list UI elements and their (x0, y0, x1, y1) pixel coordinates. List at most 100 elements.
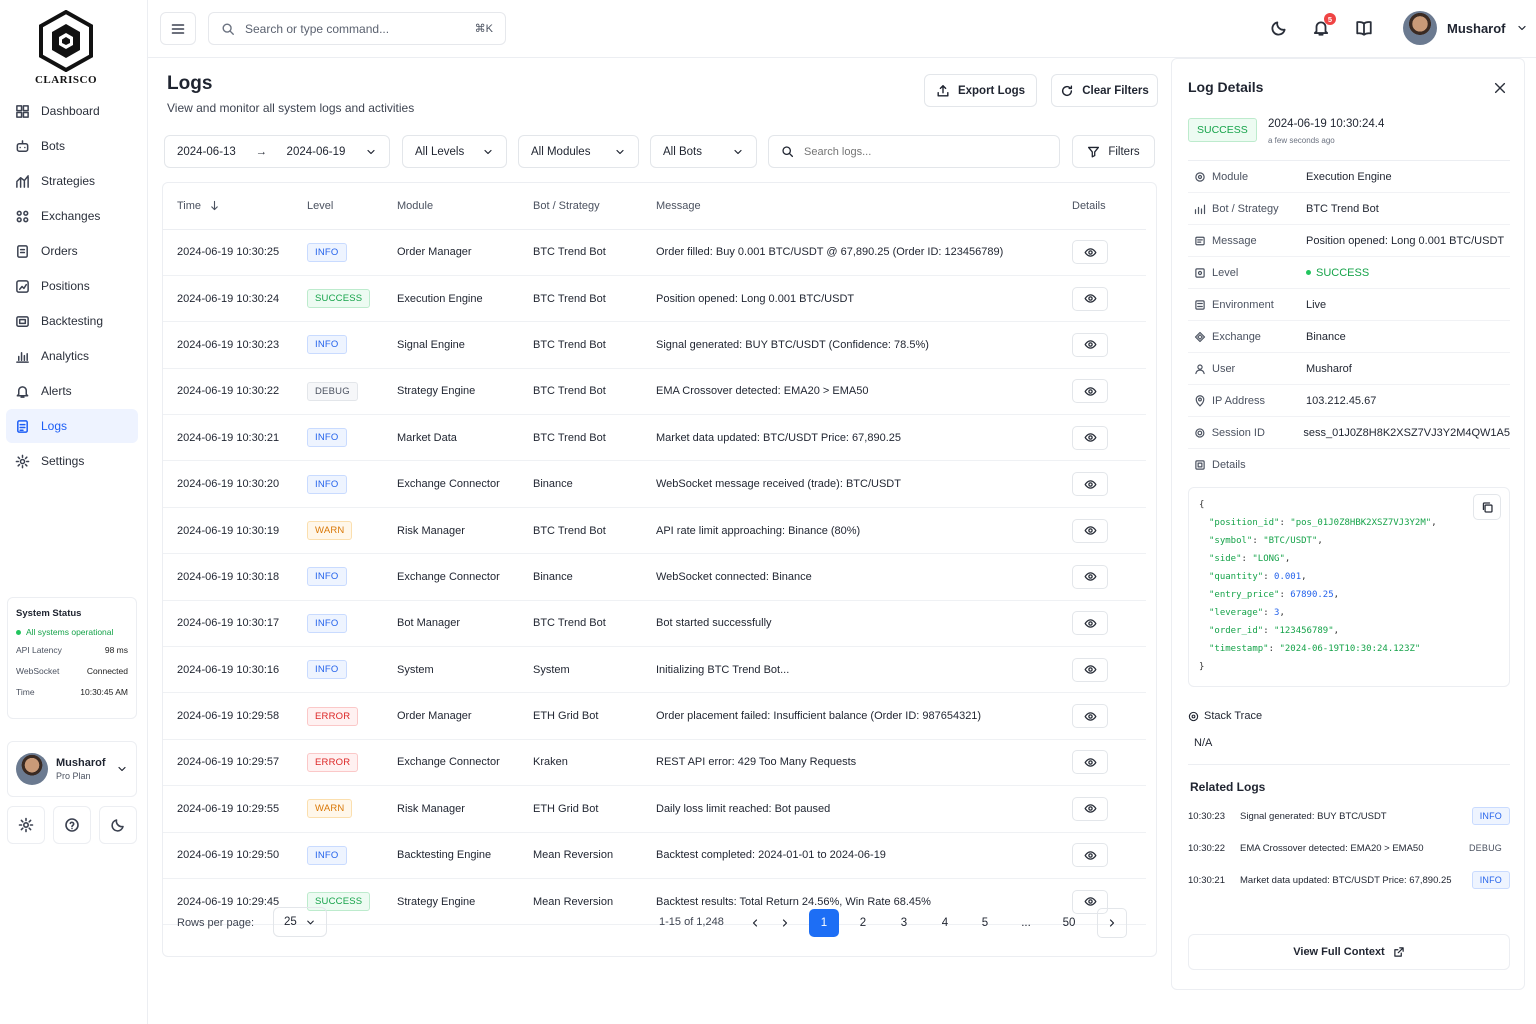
log-module: Backtesting Engine (397, 832, 533, 879)
table-row[interactable]: 2024-06-19 10:29:58 ERROR Order Manager ETH… (163, 692, 1146, 740)
column-header-time[interactable]: Time (163, 183, 307, 230)
view-details-button[interactable] (1072, 379, 1108, 404)
sidebar-item-dashboard[interactable]: Dashboard (6, 94, 138, 128)
dashboard-icon (16, 104, 29, 118)
brand-logo[interactable]: CLARISCO (30, 10, 102, 86)
sidebar-item-strategies[interactable]: Strategies (6, 164, 138, 198)
theme-toggle-button[interactable] (1270, 19, 1288, 37)
global-search-input[interactable] (245, 21, 465, 36)
related-log-time: 10:30:22 (1188, 842, 1225, 854)
page-button-4[interactable]: 4 (931, 909, 959, 937)
log-level-cell: INFO (307, 832, 397, 879)
related-log-item[interactable]: 10:30:23 Signal generated: BUY BTC/USDT IN… (1188, 801, 1510, 831)
view-details-button[interactable] (1072, 332, 1108, 357)
table-row[interactable]: 2024-06-19 10:30:23 INFO Signal Engine BTC … (163, 321, 1146, 369)
dark-mode-button[interactable] (99, 806, 137, 844)
module-select[interactable]: All Modules (518, 135, 639, 168)
log-bot: BTC Trend Bot (533, 600, 656, 648)
view-details-button[interactable] (1072, 472, 1108, 497)
help-icon (65, 818, 79, 832)
clear-filters-button[interactable]: Clear Filters (1051, 74, 1158, 107)
table-row[interactable]: 2024-06-19 10:30:19 WARN Risk Manager BTC T… (163, 507, 1146, 555)
sidebar-item-backtesting[interactable]: Backtesting (6, 304, 138, 338)
column-header-details: Details (1072, 183, 1146, 230)
table-row[interactable]: 2024-06-19 10:30:16 INFO System System Initi… (163, 646, 1146, 694)
table-row[interactable]: 2024-06-19 10:29:55 WARN Risk Manager ETH G… (163, 785, 1146, 833)
table-row[interactable]: 2024-06-19 10:30:20 INFO Exchange Connecto… (163, 460, 1146, 508)
sidebar-item-positions[interactable]: Positions (6, 269, 138, 303)
level-select[interactable]: All Levels (402, 135, 507, 168)
related-log-item[interactable]: 10:30:22 EMA Crossover detected: EMA20 > … (1188, 833, 1510, 863)
sidebar-item-label: Dashboard (41, 104, 100, 118)
close-details-button[interactable] (1493, 81, 1507, 95)
table-row[interactable]: 2024-06-19 10:29:50 INFO Backtesting Engin… (163, 832, 1146, 879)
sidebar-item-logs[interactable]: Logs (6, 409, 138, 443)
export-icon (937, 84, 949, 97)
global-search[interactable]: ⌘K (208, 12, 506, 45)
user-icon (1195, 363, 1205, 374)
page-button-50[interactable]: 50 (1055, 909, 1083, 937)
table-row[interactable]: 2024-06-19 10:30:24 SUCCESS Execution Engi… (163, 275, 1146, 323)
table-row[interactable]: 2024-06-19 10:30:17 INFO Bot Manager BTC Tr… (163, 600, 1146, 648)
notifications-button[interactable]: 5 (1312, 13, 1336, 37)
log-search[interactable] (768, 135, 1060, 168)
date-range-picker[interactable]: 2024-06-13 → 2024-06-19 (164, 135, 390, 168)
view-full-context-button[interactable]: View Full Context (1188, 934, 1510, 970)
json-line: "quantity": 0.001, (1209, 572, 1307, 582)
view-details-button[interactable] (1072, 286, 1108, 311)
view-details-button[interactable] (1072, 425, 1108, 450)
page-subtitle: View and monitor all system logs and act… (167, 101, 415, 115)
bot-select[interactable]: All Bots (650, 135, 757, 168)
view-details-button[interactable] (1072, 796, 1108, 821)
export-logs-button[interactable]: Export Logs (924, 74, 1037, 107)
view-details-button[interactable] (1072, 657, 1108, 682)
session-icon (1195, 427, 1205, 438)
level-badge: DEBUG (307, 381, 358, 401)
sidebar-user-card[interactable]: Musharof Pro Plan (7, 741, 137, 797)
sidebar-item-exchanges[interactable]: Exchanges (6, 199, 138, 233)
json-value: "LONG" (1252, 554, 1285, 564)
menu-toggle-button[interactable] (160, 12, 196, 45)
settings-button[interactable] (7, 806, 45, 844)
table-row[interactable]: 2024-06-19 10:30:25 INFO Order Manager BTC … (163, 229, 1146, 276)
sidebar-item-orders[interactable]: Orders (6, 234, 138, 268)
page-button-1[interactable]: 1 (809, 909, 839, 937)
rows-per-page-select[interactable]: 25 (273, 907, 327, 937)
strategy-icon (16, 174, 29, 188)
filters-button[interactable]: Filters (1072, 135, 1155, 168)
sidebar-item-settings[interactable]: Settings (6, 444, 138, 478)
view-details-button[interactable] (1072, 704, 1108, 729)
copy-json-button[interactable] (1473, 494, 1501, 520)
details-field-label: IP Address (1212, 394, 1265, 407)
sidebar-item-analytics[interactable]: Analytics (6, 339, 138, 373)
topbar-user-menu[interactable]: Musharof (1403, 11, 1528, 45)
sidebar-item-alerts[interactable]: Alerts (6, 374, 138, 408)
table-row[interactable]: 2024-06-19 10:30:18 INFO Exchange Connecto… (163, 553, 1146, 601)
sidebar-item-bots[interactable]: Bots (6, 129, 138, 163)
page-button-2[interactable]: 2 (849, 909, 877, 937)
table-row[interactable]: 2024-06-19 10:30:21 INFO Market Data BTC Tr… (163, 414, 1146, 462)
page-button-5[interactable]: 5 (971, 909, 999, 937)
log-details-cell (1072, 553, 1146, 601)
status-row-latency: API Latency 98 ms (16, 645, 128, 655)
log-search-input[interactable] (804, 145, 1047, 158)
prev-page-button[interactable] (741, 909, 769, 937)
table-row[interactable]: 2024-06-19 10:29:57 ERROR Exchange Connect… (163, 739, 1146, 787)
search-icon (222, 22, 234, 35)
details-field-value: Binance (1306, 330, 1346, 343)
view-details-button[interactable] (1072, 750, 1108, 775)
related-log-item[interactable]: 10:30:21 Market data updated: BTC/USDT Pr… (1188, 865, 1510, 895)
docs-button[interactable] (1355, 19, 1373, 37)
help-button[interactable] (53, 806, 91, 844)
level-icon (1195, 267, 1205, 278)
view-details-button[interactable] (1072, 518, 1108, 543)
table-row[interactable]: 2024-06-19 10:30:22 DEBUG Strategy Engine B… (163, 368, 1146, 416)
view-details-button[interactable] (1072, 240, 1108, 265)
view-details-button[interactable] (1072, 611, 1108, 636)
view-details-button[interactable] (1072, 564, 1108, 589)
log-module: Signal Engine (397, 321, 533, 369)
view-details-button[interactable] (1072, 843, 1108, 868)
next-page-small-button[interactable] (771, 909, 799, 937)
page-button-3[interactable]: 3 (890, 909, 918, 937)
next-page-button[interactable] (1097, 908, 1127, 938)
